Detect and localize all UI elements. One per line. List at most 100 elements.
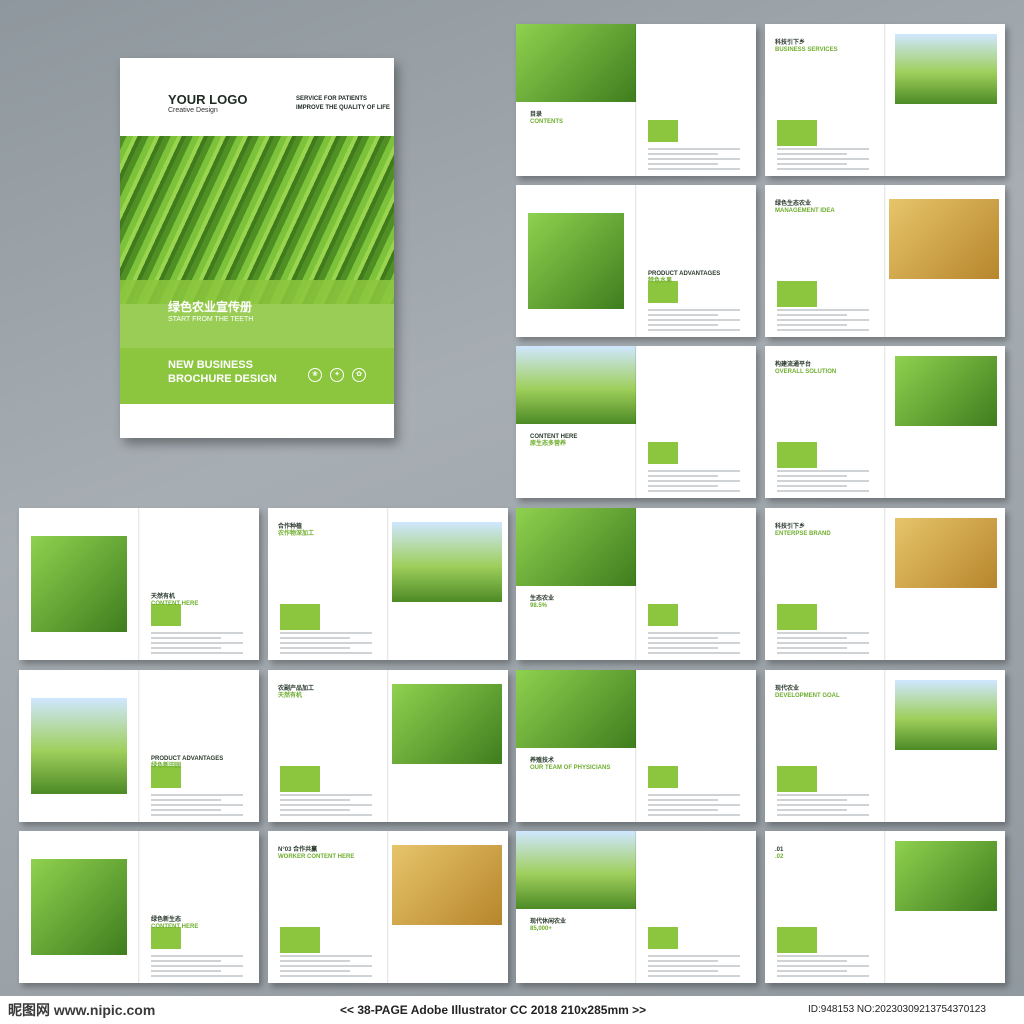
cover-tagline: SERVICE FOR PATIENTS IMPROVE THE QUALITY…	[296, 95, 391, 113]
text-line	[280, 637, 350, 639]
text-line	[151, 794, 243, 796]
text-line	[777, 470, 869, 472]
cover-logo-sub: Creative Design	[168, 107, 218, 114]
spread-subheading: WORKER CONTENT HERE	[278, 854, 355, 860]
spread-heading: .01	[775, 847, 784, 853]
spread-heading: 绿色生态农业	[775, 201, 812, 207]
text-line	[648, 324, 718, 326]
spread-photo	[31, 536, 127, 632]
spread-subheading: CONTENTS	[530, 119, 563, 125]
spread-accent	[280, 766, 320, 792]
brochure-spread: 绿色新生态 CONTENT HERE	[19, 831, 259, 983]
spread-accent	[280, 927, 320, 953]
text-line	[280, 955, 372, 957]
spread-photo	[895, 680, 997, 750]
text-line	[777, 647, 847, 649]
spread-subheading: DEVELOPMENT GOAL	[775, 693, 840, 699]
text-line	[777, 475, 847, 477]
spread-subheading: 农作物深加工	[278, 531, 315, 537]
spread-subheading: 绿色新田园	[151, 763, 182, 769]
brochure-spread: 合作种植 农作物深加工	[268, 508, 508, 660]
spread-heading: 生态农业	[530, 596, 555, 602]
text-line	[648, 799, 718, 801]
text-line	[280, 794, 372, 796]
spread-heading: 养殖技术	[530, 758, 555, 764]
spread-accent	[777, 281, 817, 307]
text-line	[151, 652, 243, 654]
spread-accent	[648, 604, 678, 626]
text-line	[648, 490, 740, 492]
text-line	[777, 324, 847, 326]
brochure-spread: 构建流通平台 OVERALL SOLUTION	[765, 346, 1005, 498]
text-line	[648, 480, 740, 482]
text-line	[280, 965, 372, 967]
text-line	[777, 158, 869, 160]
text-line	[648, 970, 718, 972]
text-line	[777, 960, 847, 962]
spread-heading: 构建流通平台	[775, 362, 812, 368]
text-line	[280, 647, 350, 649]
spread-heading: 天然有机	[151, 594, 176, 600]
spread-photo	[31, 859, 127, 955]
text-line	[151, 637, 221, 639]
leaf-icon: ❀	[308, 368, 322, 382]
bulb-icon: ✦	[330, 368, 344, 382]
spread-accent	[777, 766, 817, 792]
spread-subheading: ENTERPSE BRAND	[775, 531, 831, 537]
spread-subheading: 原生态多营养	[530, 441, 567, 447]
brochure-spread: 绿色生态农业 MANAGEMENT IDEA	[765, 185, 1005, 337]
text-line	[777, 814, 869, 816]
text-line	[280, 652, 372, 654]
text-line	[777, 799, 847, 801]
text-line	[648, 470, 740, 472]
brochure-spread: 科技引下乡 ENTERPSE BRAND	[765, 508, 1005, 660]
text-line	[280, 970, 350, 972]
text-line	[777, 314, 847, 316]
text-line	[777, 965, 869, 967]
text-line	[777, 309, 869, 311]
spread-photo	[895, 841, 997, 911]
text-line	[777, 809, 847, 811]
brochure-spread: 科技引下乡 BUSINESS SERVICES	[765, 24, 1005, 176]
brochure-cover: YOUR LOGO Creative Design SERVICE FOR PA…	[120, 58, 394, 438]
brochure-spread: 现代休闲农业 85,000+	[516, 831, 756, 983]
footer-spec: << 38-PAGE Adobe Illustrator CC 2018 210…	[340, 1003, 647, 1017]
text-line	[777, 794, 869, 796]
text-line	[648, 475, 718, 477]
text-line	[648, 148, 740, 150]
spread-photo	[516, 670, 636, 748]
brochure-spread: 目录 CONTENTS	[516, 24, 756, 176]
brochure-spread: CONTENT HERE 原生态多营养	[516, 346, 756, 498]
spread-accent	[280, 604, 320, 630]
spread-photo	[895, 34, 997, 104]
text-line	[777, 642, 869, 644]
text-line	[151, 799, 221, 801]
spread-heading: 现代农业	[775, 686, 800, 692]
text-line	[777, 485, 847, 487]
text-line	[777, 804, 869, 806]
spread-subheading: CONTENT HERE	[151, 924, 199, 930]
text-line	[648, 975, 740, 977]
spread-subheading: CONTENT HERE	[151, 601, 199, 607]
spread-photo	[516, 508, 636, 586]
spread-heading: 科技引下乡	[775, 40, 806, 46]
cover-title-en: NEW BUSINESS BROCHURE DESIGN	[168, 358, 308, 386]
text-line	[777, 970, 847, 972]
text-line	[151, 955, 243, 957]
text-line	[151, 809, 221, 811]
spread-photo	[528, 213, 624, 309]
text-line	[777, 168, 869, 170]
text-line	[280, 814, 372, 816]
spread-subheading: OVERALL SOLUTION	[775, 369, 837, 375]
spread-photo	[516, 346, 636, 424]
cover-title-cn: 绿色农业宣传册	[168, 300, 253, 314]
spread-photo	[392, 522, 502, 602]
spread-photo	[392, 684, 502, 764]
text-line	[648, 485, 718, 487]
brochure-spread: PRODUCT ADVANTAGES 绿色新田园	[19, 670, 259, 822]
text-line	[777, 975, 869, 977]
footer-logo[interactable]: 昵图网 www.nipic.com	[8, 1000, 155, 1020]
cover-title-en-2: BROCHURE DESIGN	[168, 373, 277, 385]
cover-tagline-2: IMPROVE THE QUALITY OF LIFE	[296, 105, 390, 111]
spread-subheading: BUSINESS SERVICES	[775, 47, 838, 53]
